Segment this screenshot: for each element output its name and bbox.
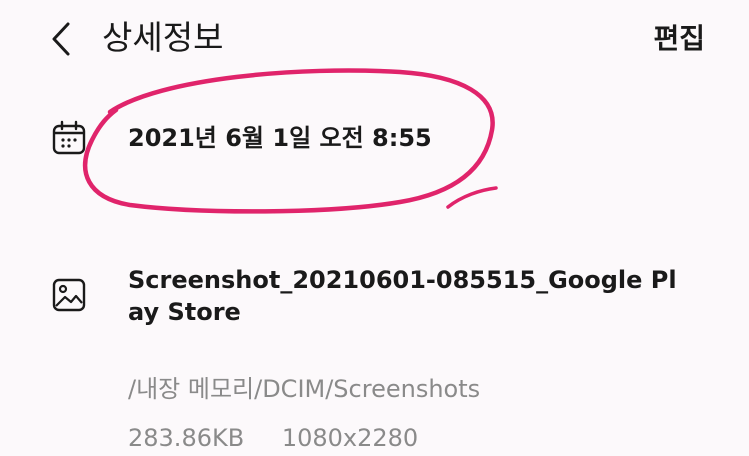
edit-button[interactable]: 편집 [653, 18, 705, 60]
page-title: 상세정보 [102, 18, 224, 57]
file-size: 283.86KB [128, 424, 245, 452]
chevron-left-icon [52, 22, 70, 56]
file-name: Screenshot_20210601-085515_Google Play S… [128, 266, 677, 326]
calendar-icon [50, 119, 88, 157]
date-taken: 2021년 6월 1일 오전 8:55 [128, 124, 432, 152]
image-icon [50, 276, 88, 314]
file-path: /내장 메모리/DCIM/Screenshots [128, 375, 481, 403]
app-header: 상세정보 편집 [0, 0, 749, 80]
file-meta: 283.86KB 1080x2280 [128, 420, 418, 456]
back-button[interactable] [36, 14, 86, 64]
file-resolution: 1080x2280 [281, 424, 419, 452]
